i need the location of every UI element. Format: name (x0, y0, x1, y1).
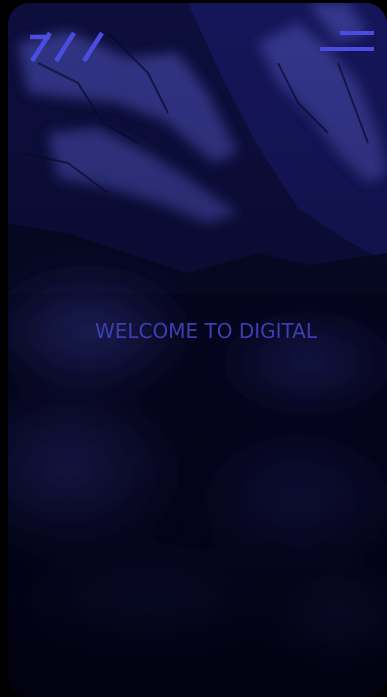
hamburger-menu-icon[interactable] (316, 27, 376, 59)
mountain-background-image (8, 3, 387, 697)
triple-slash-logo-icon[interactable] (26, 29, 110, 67)
hero-heading: WELCOME TO DIGITAL (94, 319, 317, 343)
app-screen: WELCOME TO DIGITAL (8, 3, 387, 697)
